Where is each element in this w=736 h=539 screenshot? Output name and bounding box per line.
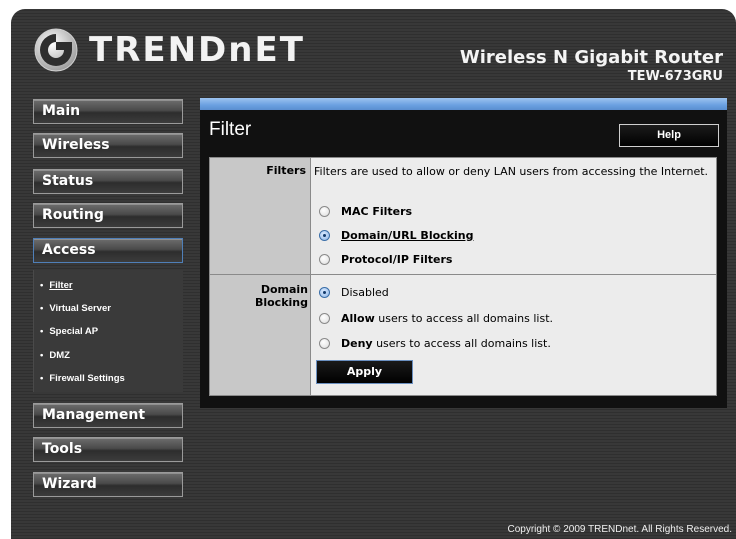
submenu-item-filter[interactable]: • Filter (40, 280, 73, 291)
trendnet-logo: TRENDnET (33, 24, 305, 76)
domain-blocking-row: Domain Blocking Disabled Allow users to … (209, 274, 717, 396)
apply-button[interactable]: Apply (316, 360, 413, 384)
allow-description: users to access all domains list. (374, 311, 554, 325)
sidebar-item-status[interactable]: Status (33, 169, 183, 194)
domain-allow-label: Allow users to access all domains list. (341, 312, 553, 325)
bullet: • (40, 280, 44, 291)
submenu-item-dmz[interactable]: • DMZ (40, 350, 70, 361)
domain-url-blocking-option[interactable]: Domain/URL Blocking (319, 228, 473, 242)
submenu-item-label: Special AP (49, 326, 99, 337)
sidebar-item-tools[interactable]: Tools (33, 437, 183, 462)
domain-deny-radio[interactable] (319, 337, 330, 349)
submenu-item-label: DMZ (49, 350, 70, 361)
bullet: • (40, 326, 44, 337)
submenu-item-firewall-settings[interactable]: • Firewall Settings (40, 373, 125, 384)
domain-blocking-value-cell: Disabled Allow users to access all domai… (311, 275, 716, 395)
protocol-ip-filters-label: Protocol/IP Filters (341, 252, 453, 266)
help-button[interactable]: Help (619, 124, 719, 147)
mac-filters-radio[interactable] (319, 205, 330, 217)
submenu-item-label: Firewall Settings (49, 373, 125, 384)
domain-disabled-radio[interactable] (319, 286, 330, 298)
sidebar-item-access[interactable]: Access (33, 238, 183, 263)
domain-url-blocking-label-wrap: Domain/URL Blocking (341, 229, 473, 242)
submenu-item-special-ap[interactable]: • Special AP (40, 326, 98, 337)
mac-filters-option[interactable]: MAC Filters (319, 204, 412, 218)
bullet: • (40, 373, 44, 384)
page-title: Filter (209, 119, 252, 140)
domain-url-blocking-label: Domain/URL Blocking (341, 228, 474, 242)
domain-url-blocking-radio[interactable] (319, 229, 330, 241)
filters-value-cell: Filters are used to allow or deny LAN us… (311, 158, 716, 274)
sidebar-item-main[interactable]: Main (33, 99, 183, 124)
filter-panel: Filter Help Filters Filters are used to … (200, 98, 727, 408)
domain-allow-option[interactable]: Allow users to access all domains list. (319, 311, 553, 325)
domain-deny-option[interactable]: Deny users to access all domains list. (319, 336, 551, 350)
domain-disabled-option[interactable]: Disabled (319, 285, 389, 299)
domain-allow-radio[interactable] (319, 312, 330, 324)
deny-keyword: Deny (341, 336, 373, 350)
mac-filters-label: MAC Filters (341, 204, 413, 218)
router-admin-frame: TRENDnET Wireless N Gigabit Router TEW-6… (11, 9, 736, 539)
copyright-text: Copyright © 2009 TRENDnet. All Rights Re… (507, 524, 732, 535)
trendnet-logo-icon (33, 27, 79, 73)
sidebar-item-wireless[interactable]: Wireless (33, 133, 183, 158)
sidebar-item-management[interactable]: Management (33, 403, 183, 428)
sidebar-item-wizard[interactable]: Wizard (33, 472, 183, 497)
submenu-item-virtual-server[interactable]: • Virtual Server (40, 303, 111, 314)
access-submenu: • Filter • Virtual Server • Special AP • DMZ… (33, 270, 183, 392)
brand-wordmark: TRENDnET (89, 30, 305, 70)
deny-description: users to access all domains list. (372, 336, 551, 350)
bullet: • (40, 350, 44, 361)
domain-disabled-label: Disabled (341, 285, 389, 299)
sidebar-item-routing[interactable]: Routing (33, 203, 183, 228)
protocol-ip-filters-radio[interactable] (319, 253, 330, 265)
allow-keyword: Allow (341, 311, 375, 325)
filters-label: Filters (210, 158, 311, 274)
bullet: • (40, 303, 44, 314)
domain-blocking-label: Domain Blocking (210, 275, 311, 395)
panel-accent-bar (200, 98, 727, 110)
domain-deny-label: Deny users to access all domains list. (341, 337, 551, 350)
submenu-item-label: Virtual Server (49, 303, 111, 314)
filters-description: Filters are used to allow or deny LAN us… (314, 165, 709, 178)
submenu-item-label: Filter (49, 280, 73, 291)
model-number: TEW-673GRU (627, 69, 723, 84)
product-title: Wireless N Gigabit Router (459, 47, 723, 68)
filters-row: Filters Filters are used to allow or den… (209, 157, 717, 275)
protocol-ip-filters-option[interactable]: Protocol/IP Filters (319, 252, 452, 266)
